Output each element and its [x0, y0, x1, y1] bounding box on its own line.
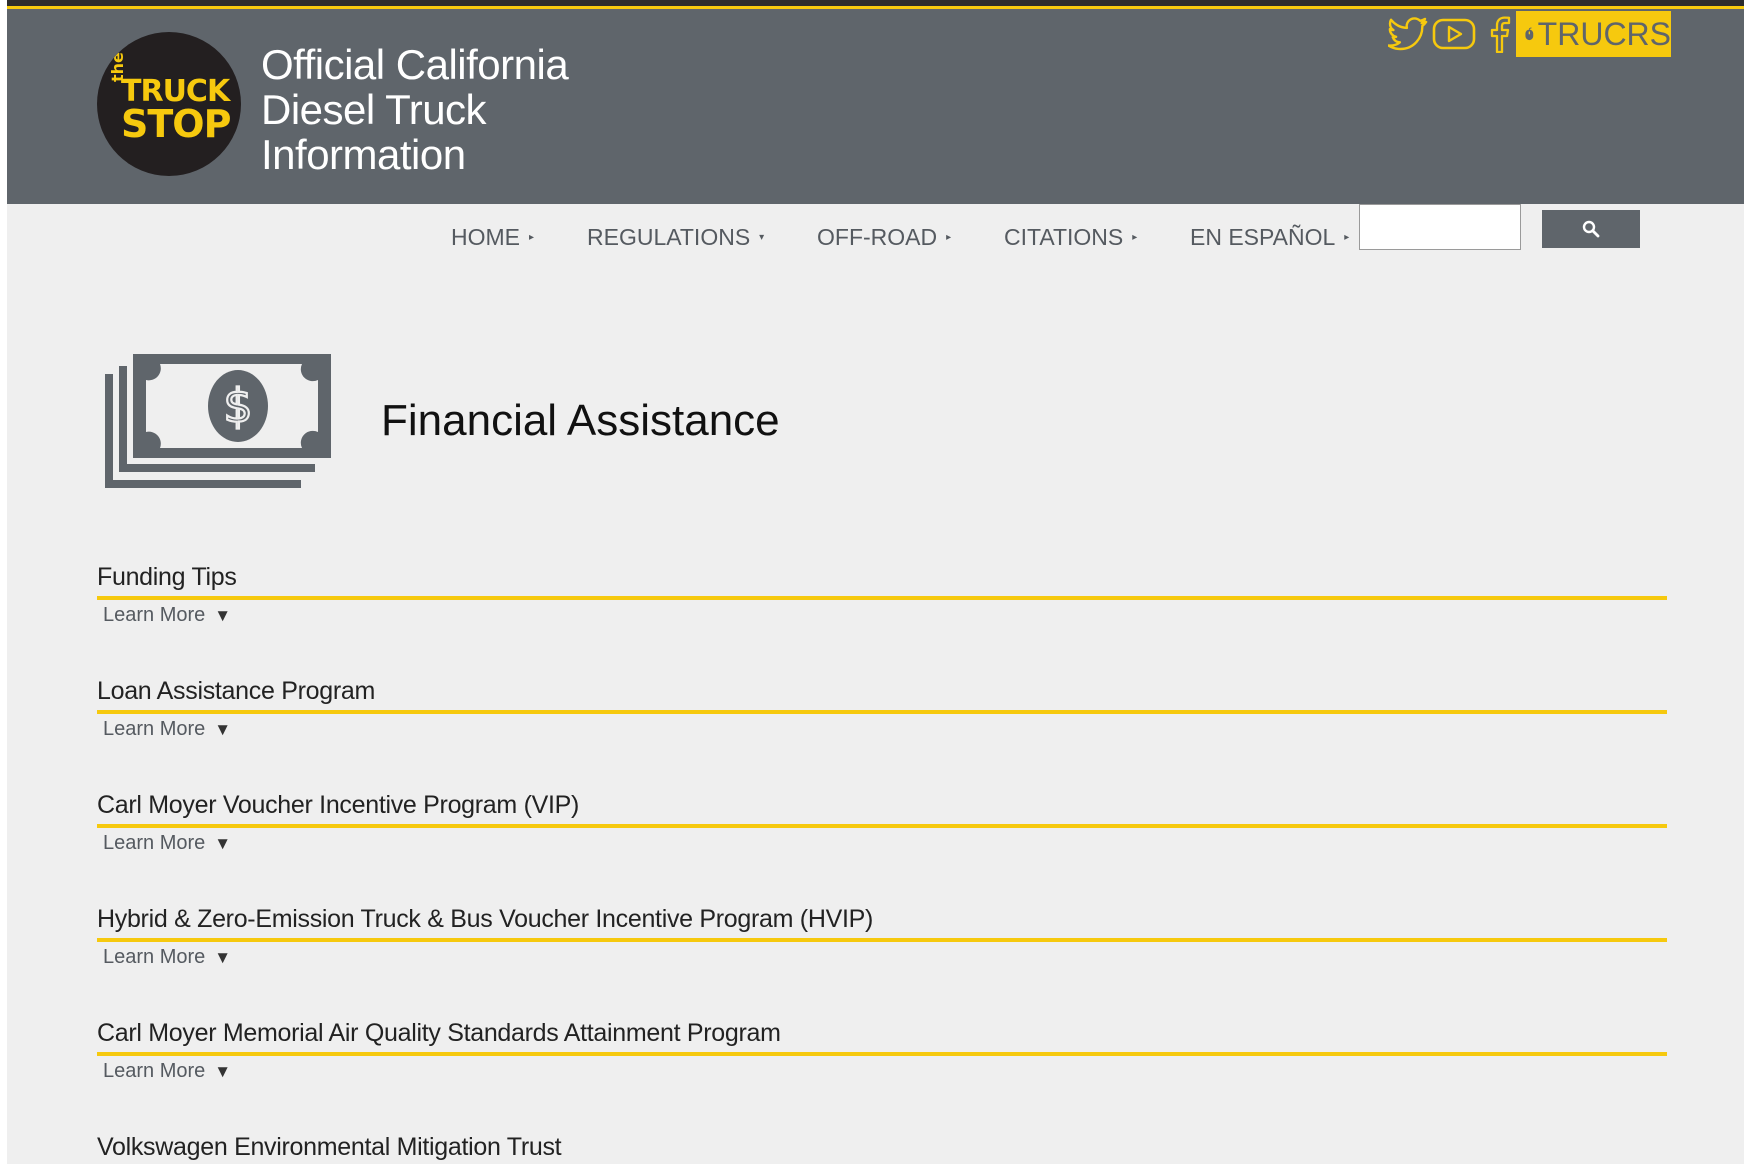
logo-stop-text: STOP [121, 102, 231, 146]
funding-item-title: Volkswagen Environmental Mitigation Trus… [97, 1133, 562, 1161]
divider [97, 824, 1667, 828]
nav-item-en-espanol[interactable]: EN ESPAÑOL ▸ [1190, 224, 1349, 251]
caret-down-icon: ▾ [759, 232, 765, 243]
twitter-icon[interactable] [1388, 14, 1428, 54]
divider [97, 596, 1667, 600]
trucrs-button[interactable]: TRUCRS [1516, 11, 1671, 57]
divider [97, 710, 1667, 714]
caret-right-icon: ▸ [1132, 232, 1138, 243]
funding-item-title: Loan Assistance Program [97, 677, 375, 705]
divider [97, 938, 1667, 942]
search-icon [1582, 220, 1600, 238]
funding-item-title: Funding Tips [97, 563, 237, 591]
funding-item-title: Carl Moyer Voucher Incentive Program (VI… [97, 791, 580, 819]
nav-item-label: CITATIONS [1004, 224, 1124, 250]
list-item: Volkswagen Environmental Mitigation Trus… [97, 1129, 1667, 1164]
triangle-down-icon: ▼ [214, 1061, 232, 1081]
list-item: Loan Assistance Program Learn More ▼ [97, 673, 1667, 741]
learn-more-toggle[interactable]: Learn More ▼ [103, 946, 231, 969]
learn-more-label: Learn More [103, 718, 206, 740]
svg-text:$: $ [223, 379, 252, 433]
learn-more-label: Learn More [103, 1060, 206, 1082]
learn-more-toggle[interactable]: Learn More ▼ [103, 1060, 231, 1083]
learn-more-toggle[interactable]: Learn More ▼ [103, 604, 231, 627]
funding-item-title: Hybrid & Zero-Emission Truck & Bus Vouch… [97, 905, 874, 933]
list-item: Funding Tips Learn More ▼ [97, 559, 1667, 627]
triangle-down-icon: ▼ [214, 833, 232, 853]
trucrs-label: TRUCRS [1537, 15, 1671, 52]
learn-more-toggle[interactable]: Learn More ▼ [103, 832, 231, 855]
triangle-down-icon: ▼ [214, 719, 232, 739]
caret-right-icon: ▸ [529, 232, 535, 243]
nav-item-label: EN ESPAÑOL [1190, 224, 1336, 250]
nav-item-citations[interactable]: CITATIONS ▸ [1004, 224, 1137, 251]
nav-item-label: REGULATIONS [587, 224, 751, 250]
page-title: Financial Assistance [381, 396, 780, 445]
truck-stop-logo[interactable]: the TRUCK STOP [97, 32, 241, 176]
learn-more-toggle[interactable]: Learn More ▼ [103, 718, 231, 741]
site-title-line: Official California [261, 41, 569, 88]
nav-item-label: HOME [451, 224, 520, 250]
caret-right-icon: ▸ [1344, 232, 1350, 243]
facebook-icon[interactable] [1487, 14, 1511, 54]
triangle-down-icon: ▼ [214, 605, 232, 625]
header-accent-stripe [7, 6, 1744, 9]
mouse-icon [1525, 27, 1534, 41]
learn-more-label: Learn More [103, 832, 206, 854]
caret-right-icon: ▸ [946, 232, 952, 243]
site-title-line: Diesel Truck [261, 86, 487, 133]
site-title-line: Information [261, 131, 466, 178]
nav-item-off-road[interactable]: OFF-ROAD ▸ [817, 224, 951, 251]
nav-item-home[interactable]: HOME ▸ [451, 224, 534, 251]
learn-more-label: Learn More [103, 946, 206, 968]
site-title[interactable]: Official California Diesel Truck Informa… [261, 42, 681, 177]
money-icon: $ [102, 352, 334, 497]
learn-more-label: Learn More [103, 604, 206, 626]
nav-item-regulations[interactable]: REGULATIONS ▾ [587, 224, 764, 251]
divider [97, 1052, 1667, 1056]
search-input[interactable] [1359, 204, 1521, 250]
page: the TRUCK STOP Official California Diese… [7, 0, 1744, 1164]
list-item: Carl Moyer Memorial Air Quality Standard… [97, 1015, 1667, 1083]
youtube-icon[interactable] [1432, 14, 1476, 54]
search-button[interactable] [1542, 210, 1640, 248]
list-item: Hybrid & Zero-Emission Truck & Bus Vouch… [97, 901, 1667, 969]
triangle-down-icon: ▼ [214, 947, 232, 967]
funding-item-title: Carl Moyer Memorial Air Quality Standard… [97, 1019, 781, 1047]
nav-item-label: OFF-ROAD [817, 224, 938, 250]
list-item: Carl Moyer Voucher Incentive Program (VI… [97, 787, 1667, 855]
